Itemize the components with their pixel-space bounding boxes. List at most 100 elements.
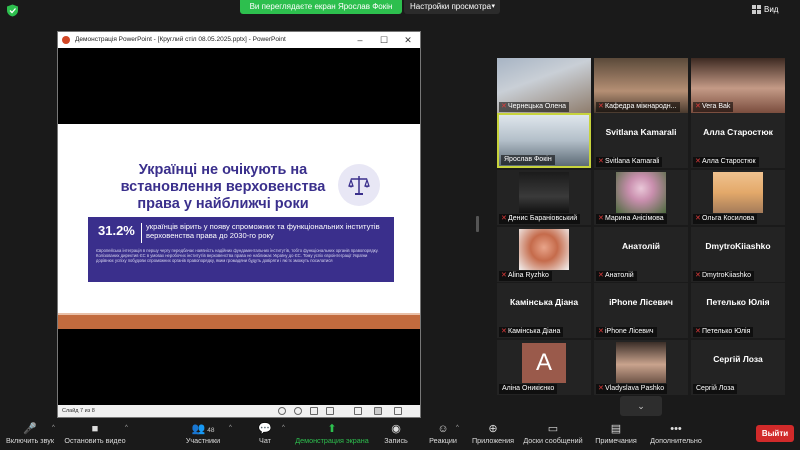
participant-name-label: ✕ Alina Ryzhko bbox=[499, 271, 552, 281]
mic-muted-icon: ✕ bbox=[598, 328, 604, 335]
participant-tile[interactable]: Svitlana Kamarali ✕ Svitlana Kamarali bbox=[594, 113, 688, 168]
normal-view-icon[interactable] bbox=[354, 407, 362, 415]
minimize-icon[interactable]: – bbox=[354, 32, 366, 48]
screen-share-banner: Ви переглядаєте екран Ярослав Фокін bbox=[240, 0, 402, 14]
ppt-status-bar: Слайд 7 из 8 bbox=[58, 405, 420, 417]
slide-content: Українці не очікують на встановлення вер… bbox=[58, 124, 420, 317]
security-shield-icon[interactable] bbox=[6, 4, 19, 17]
record-button[interactable]: ◉ Запись bbox=[382, 422, 410, 445]
close-icon[interactable]: ✕ bbox=[402, 32, 414, 48]
more-button[interactable]: ••• Дополнительно bbox=[648, 422, 704, 445]
participant-name: iPhone Лісевич bbox=[605, 328, 654, 335]
stop-video-label: Остановить видео bbox=[64, 436, 126, 445]
mic-muted-icon: ✕ bbox=[695, 328, 701, 335]
more-dots-icon: ••• bbox=[670, 423, 682, 435]
slide-sorter-icon[interactable] bbox=[374, 407, 382, 415]
participant-tile[interactable]: Ярослав Фокін bbox=[497, 113, 591, 168]
participant-name-label: ✕ Камінська Діана bbox=[499, 327, 564, 337]
notes-button[interactable]: ▤ Примечания bbox=[594, 422, 638, 445]
participant-tile[interactable]: ✕ Чернецька Олена bbox=[497, 58, 591, 113]
maximize-icon[interactable]: ☐ bbox=[378, 32, 390, 48]
next-slide-icon[interactable] bbox=[294, 407, 302, 415]
participant-video bbox=[519, 172, 569, 213]
chat-button[interactable]: 💬 Чат ^ bbox=[254, 422, 285, 445]
participant-tile[interactable]: ✕ Денис Бараніовський bbox=[497, 170, 591, 225]
leave-button[interactable]: Выйти bbox=[756, 425, 794, 442]
ppt-title-bar: Демонстрація PowerPoint - [Круглий стіл … bbox=[58, 32, 420, 48]
view-options-dropdown[interactable]: Настройки просмотра ▾ bbox=[404, 0, 500, 14]
participant-tile[interactable]: ✕ Ольга Косилова bbox=[691, 170, 785, 225]
prev-slide-icon[interactable] bbox=[278, 407, 286, 415]
chevron-down-icon: ▾ bbox=[491, 3, 495, 10]
participant-name-label: ✕ Ольга Косилова bbox=[693, 214, 758, 224]
more-label: Дополнительно bbox=[650, 436, 702, 445]
mic-muted-icon: ✕ bbox=[695, 103, 701, 110]
chevron-up-icon[interactable]: ^ bbox=[456, 425, 459, 431]
participants-icon: 👥 48 bbox=[191, 423, 215, 435]
ppt-window-title: Демонстрація PowerPoint - [Круглий стіл … bbox=[75, 36, 286, 43]
slide-title: Українці не очікують на встановлення вер… bbox=[120, 162, 326, 212]
participant-tile[interactable]: DmytroKiiashko ✕ DmytroKiiashko bbox=[691, 227, 785, 282]
participant-name: Vladyslava Pashko bbox=[605, 385, 665, 392]
chevron-up-icon[interactable]: ^ bbox=[125, 425, 128, 431]
panel-resize-handle[interactable] bbox=[476, 216, 479, 232]
reactions-label: Реакции bbox=[429, 436, 457, 445]
participant-tile[interactable]: Петелько Юлія ✕ Петелько Юлія bbox=[691, 283, 785, 338]
participant-tile[interactable]: Камінська Діана ✕ Камінська Діана bbox=[497, 283, 591, 338]
participant-display-name: Svitlana Kamarali bbox=[605, 127, 677, 137]
share-screen-button[interactable]: ⬆ Демонстрация экрана bbox=[294, 422, 370, 445]
participant-name: Петелько Юлія bbox=[702, 328, 751, 335]
chevron-up-icon[interactable]: ^ bbox=[229, 425, 232, 431]
whiteboards-label: Доски сообщений bbox=[523, 436, 583, 445]
participant-name-label: ✕ Марина Анісімова bbox=[596, 214, 667, 224]
stat-description: українців вірить у появу спроможних та ф… bbox=[146, 222, 380, 240]
mic-muted-icon: ✕ bbox=[598, 103, 604, 110]
participant-tile[interactable]: Алла Старостюк ✕ Алла Старостюк bbox=[691, 113, 785, 168]
participants-label: Участники bbox=[185, 436, 221, 445]
participant-name: Алла Старостюк bbox=[702, 158, 756, 165]
reading-view-icon[interactable] bbox=[394, 407, 402, 415]
apps-button[interactable]: ⊕ Приложения bbox=[470, 422, 516, 445]
participants-button[interactable]: 👥 48 Участники ^ bbox=[180, 422, 232, 445]
participant-display-name: iPhone Лісевич bbox=[609, 297, 673, 307]
apps-label: Приложения bbox=[471, 436, 515, 445]
participant-tile[interactable]: Анатолій ✕ Анатолій bbox=[594, 227, 688, 282]
participant-name: Ярослав Фокін bbox=[504, 156, 552, 163]
view-options-label: Настройки просмотра bbox=[410, 2, 492, 11]
record-icon: ◉ bbox=[391, 423, 401, 435]
unmute-label: Включить звук bbox=[6, 436, 54, 445]
participant-name-label: ✕ Vera Bak bbox=[693, 102, 734, 112]
participant-tile[interactable]: iPhone Лісевич ✕ iPhone Лісевич bbox=[594, 283, 688, 338]
scroll-down-button[interactable]: ⌄ bbox=[620, 396, 662, 416]
mic-muted-icon: ✕ bbox=[501, 328, 507, 335]
participant-video bbox=[713, 172, 763, 213]
chevron-up-icon[interactable]: ^ bbox=[282, 425, 285, 431]
participant-display-name: Анатолій bbox=[621, 241, 661, 251]
participant-tile[interactable]: A Аліна Оникієнко bbox=[497, 340, 591, 395]
share-screen-label: Демонстрация экрана bbox=[295, 436, 369, 445]
stop-video-button[interactable]: ■ Остановить видео ^ bbox=[62, 422, 128, 445]
participant-tile[interactable]: ✕ Vera Bak bbox=[691, 58, 785, 113]
participant-name: Ольга Косилова bbox=[702, 215, 755, 222]
chevron-up-icon[interactable]: ^ bbox=[52, 425, 55, 431]
participant-display-name: DmytroKiiashko bbox=[705, 241, 771, 251]
participant-tile[interactable]: ✕ Alina Ryzhko bbox=[497, 227, 591, 282]
view-button[interactable]: Вид bbox=[752, 5, 778, 14]
participant-tile[interactable]: ✕ Кафедра міжнародн... bbox=[594, 58, 688, 113]
participant-name: Аліна Оникієнко bbox=[502, 385, 555, 392]
whiteboards-button[interactable]: ▭ Доски сообщений bbox=[522, 422, 584, 445]
reactions-button[interactable]: ☺ Реакции ^ bbox=[428, 422, 459, 445]
pen-icon[interactable] bbox=[310, 407, 318, 415]
participant-tile[interactable]: ✕ Марина Анісімова bbox=[594, 170, 688, 225]
participant-name: Сергій Лоза bbox=[696, 385, 735, 392]
top-bar: Ви переглядаєте екран Ярослав Фокін Наст… bbox=[0, 0, 800, 22]
zoom-icon[interactable] bbox=[326, 407, 334, 415]
slide-footer-bar bbox=[58, 315, 420, 329]
participant-tile[interactable]: ✕ Vladyslava Pashko bbox=[594, 340, 688, 395]
participant-tile[interactable]: Сергій Лоза Сергій Лоза bbox=[691, 340, 785, 395]
participant-name-label: ✕ Петелько Юлія bbox=[693, 327, 754, 337]
whiteboard-icon: ▭ bbox=[547, 423, 559, 435]
participant-name-label: ✕ Чернецька Олена bbox=[499, 102, 570, 112]
unmute-button[interactable]: 🎤 Включить звук ^ bbox=[4, 422, 56, 445]
participant-name-label: ✕ Алла Старостюк bbox=[693, 157, 759, 167]
